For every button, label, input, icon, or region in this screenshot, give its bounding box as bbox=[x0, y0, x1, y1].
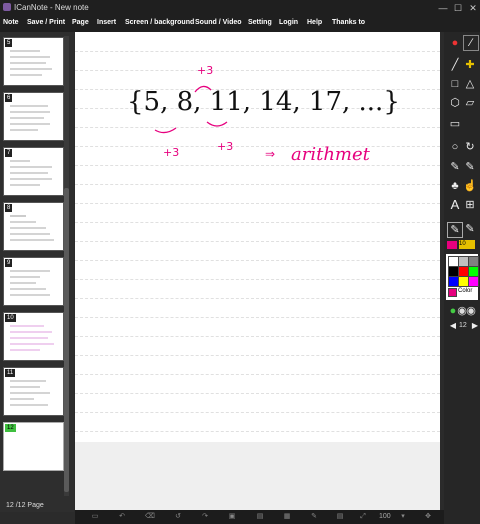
menu-sound-video[interactable]: Sound / Video bbox=[195, 19, 242, 26]
freehand-icon[interactable]: ∕ bbox=[463, 35, 479, 51]
pen-small-icon[interactable]: ✎ bbox=[309, 513, 319, 521]
undo-all-icon[interactable]: ↺ bbox=[173, 513, 183, 521]
circle-icon[interactable]: ○ bbox=[448, 140, 462, 154]
menu-login[interactable]: Login bbox=[279, 19, 298, 26]
menu-insert[interactable]: Insert bbox=[97, 19, 116, 26]
zoom-level[interactable]: 100 bbox=[379, 513, 391, 520]
clear-icon[interactable]: ⌫ bbox=[145, 513, 155, 521]
record-icon[interactable]: ● bbox=[448, 36, 462, 50]
thumbnail-content bbox=[10, 50, 52, 76]
copy-icon[interactable]: ▣ bbox=[227, 513, 237, 521]
thumbnail-content bbox=[10, 380, 50, 406]
hexagon-icon[interactable]: ⬡ bbox=[448, 96, 462, 110]
paste-icon[interactable]: ▤ bbox=[255, 513, 265, 521]
menu-note[interactable]: Note bbox=[3, 19, 19, 26]
page-number: 9 bbox=[5, 259, 13, 267]
note-icon[interactable]: ▭ bbox=[448, 117, 462, 131]
page-thumbnail[interactable]: 9 bbox=[3, 257, 64, 306]
step-label: +3 bbox=[197, 64, 213, 77]
rectangle-icon[interactable]: □ bbox=[448, 77, 462, 91]
title-bar: ICanNote - New note — ☐ ✕ bbox=[0, 0, 480, 16]
redo-icon[interactable]: ↷ bbox=[200, 513, 210, 521]
color-swatch[interactable] bbox=[468, 276, 479, 287]
next-page-icon[interactable]: ▶ bbox=[468, 319, 480, 333]
thumbnail-scroll-thumb[interactable] bbox=[64, 188, 69, 492]
shape-icon[interactable]: ▱ bbox=[463, 96, 477, 110]
sequence-handwriting: {5, 8, 11, 14, 17, ...} bbox=[127, 87, 400, 117]
undo-icon[interactable]: ↶ bbox=[117, 513, 127, 521]
window-title: ICanNote - New note bbox=[14, 3, 89, 12]
current-color-swatch[interactable] bbox=[448, 288, 457, 297]
page-number: 10 bbox=[5, 314, 16, 322]
page-nav-number: 12 bbox=[459, 322, 467, 329]
text-icon[interactable]: A bbox=[448, 198, 462, 212]
page-number: 7 bbox=[5, 149, 13, 157]
step-label: +3 bbox=[217, 140, 233, 153]
move-icon[interactable]: ✥ bbox=[423, 513, 433, 521]
bottom-toolbar: ▭ ↶ ⌫ ↺ ↷ ▣ ▤ ▦ ✎ ▤ ⤢ 100 ▾ ✥ bbox=[75, 510, 444, 524]
marker-icon[interactable]: ✎ bbox=[447, 222, 463, 238]
pen-color-indicator[interactable] bbox=[447, 241, 457, 249]
thumbnail-content bbox=[10, 160, 52, 186]
note-page[interactable]: {5, 8, 11, 14, 17, ...} +3 +3 +3 ⇒ arith… bbox=[75, 32, 440, 442]
screenshot-icon[interactable]: ▭ bbox=[90, 513, 100, 521]
page-thumbnail[interactable]: 7 bbox=[3, 147, 64, 196]
color-palette: Color bbox=[446, 254, 479, 300]
menu-thanks-to[interactable]: Thanks to bbox=[332, 19, 365, 26]
menu-setting[interactable]: Setting bbox=[248, 19, 272, 26]
thumbnail-content bbox=[10, 270, 50, 296]
page-thumbnail[interactable]: 11 bbox=[3, 367, 64, 416]
page-number: 11 bbox=[5, 369, 16, 377]
page-number: 5 bbox=[5, 39, 13, 47]
minimize-button[interactable]: — bbox=[436, 2, 450, 14]
color-label: Color bbox=[458, 288, 473, 294]
menu-screen-background[interactable]: Screen / background bbox=[125, 19, 194, 26]
eraser-icon[interactable]: ✎ bbox=[448, 160, 462, 174]
thumbnail-content bbox=[10, 325, 54, 351]
dot-icon[interactable]: ◉ bbox=[464, 304, 478, 318]
zoom-dropdown-icon[interactable]: ▾ bbox=[398, 513, 408, 521]
line-icon[interactable]: ╱ bbox=[448, 58, 462, 72]
close-button[interactable]: ✕ bbox=[466, 2, 480, 14]
menu-page[interactable]: Page bbox=[72, 19, 89, 26]
fit-icon[interactable]: ⤢ bbox=[358, 513, 368, 521]
thumbnail-content bbox=[10, 105, 50, 131]
implies-arrow: ⇒ bbox=[265, 147, 275, 161]
shapes-icon[interactable]: ♣ bbox=[448, 179, 462, 193]
prev-page-icon[interactable]: ◀ bbox=[446, 319, 460, 333]
page-number: 8 bbox=[5, 204, 13, 212]
page-thumbnail-current[interactable]: 12 bbox=[3, 422, 64, 471]
menu-save-print[interactable]: Save / Print bbox=[27, 19, 65, 26]
page-thumbnail[interactable]: 8 bbox=[3, 202, 64, 251]
pen-icon[interactable]: ✎ bbox=[463, 160, 477, 174]
page-thumbnail[interactable]: 5 bbox=[3, 37, 64, 86]
pen-width[interactable]: 10 bbox=[459, 240, 475, 249]
page-thumbnail-sidebar: 5 6 7 8 9 10 11 12 12 /12 Page bbox=[0, 32, 74, 512]
page-thumbnail[interactable]: 10 bbox=[3, 312, 64, 361]
rotate-icon[interactable]: ↻ bbox=[463, 140, 477, 154]
thumbnail-content bbox=[10, 215, 54, 241]
handwriting-layer: {5, 8, 11, 14, 17, ...} +3 +3 +3 ⇒ arith… bbox=[127, 64, 400, 165]
page-counter: 12 /12 Page bbox=[6, 502, 44, 509]
highlighter-icon[interactable]: ✎ bbox=[463, 222, 477, 236]
menu-help[interactable]: Help bbox=[307, 19, 322, 26]
step-label: +3 bbox=[163, 146, 179, 159]
hand-icon[interactable]: ☝ bbox=[463, 179, 477, 193]
page-number: 6 bbox=[5, 94, 13, 102]
step-arrow bbox=[154, 127, 177, 134]
layers-icon[interactable]: ▤ bbox=[335, 513, 345, 521]
conclusion-text: arithmet bbox=[291, 144, 371, 165]
menu-bar: Note Save / Print Page Insert Screen / b… bbox=[0, 16, 480, 32]
step-arrow bbox=[206, 121, 228, 127]
page-thumbnail[interactable]: 6 bbox=[3, 92, 64, 141]
page-number: 12 bbox=[5, 424, 16, 432]
maximize-button[interactable]: ☐ bbox=[451, 2, 465, 14]
grid-icon[interactable]: ▦ bbox=[282, 513, 292, 521]
note-canvas[interactable]: {5, 8, 11, 14, 17, ...} +3 +3 +3 ⇒ arith… bbox=[75, 32, 440, 510]
tool-panel: ● ∕ ╱ ✚ □ △ ⬡ ▱ ▭ ○ ↻ ✎ ✎ ♣ ☝ A ⊞ ✎ ✎ 10… bbox=[444, 32, 480, 524]
triangle-icon[interactable]: △ bbox=[463, 77, 477, 91]
formula-icon[interactable]: ⊞ bbox=[463, 198, 477, 212]
app-icon bbox=[3, 3, 11, 11]
axis-icon[interactable]: ✚ bbox=[463, 58, 477, 72]
